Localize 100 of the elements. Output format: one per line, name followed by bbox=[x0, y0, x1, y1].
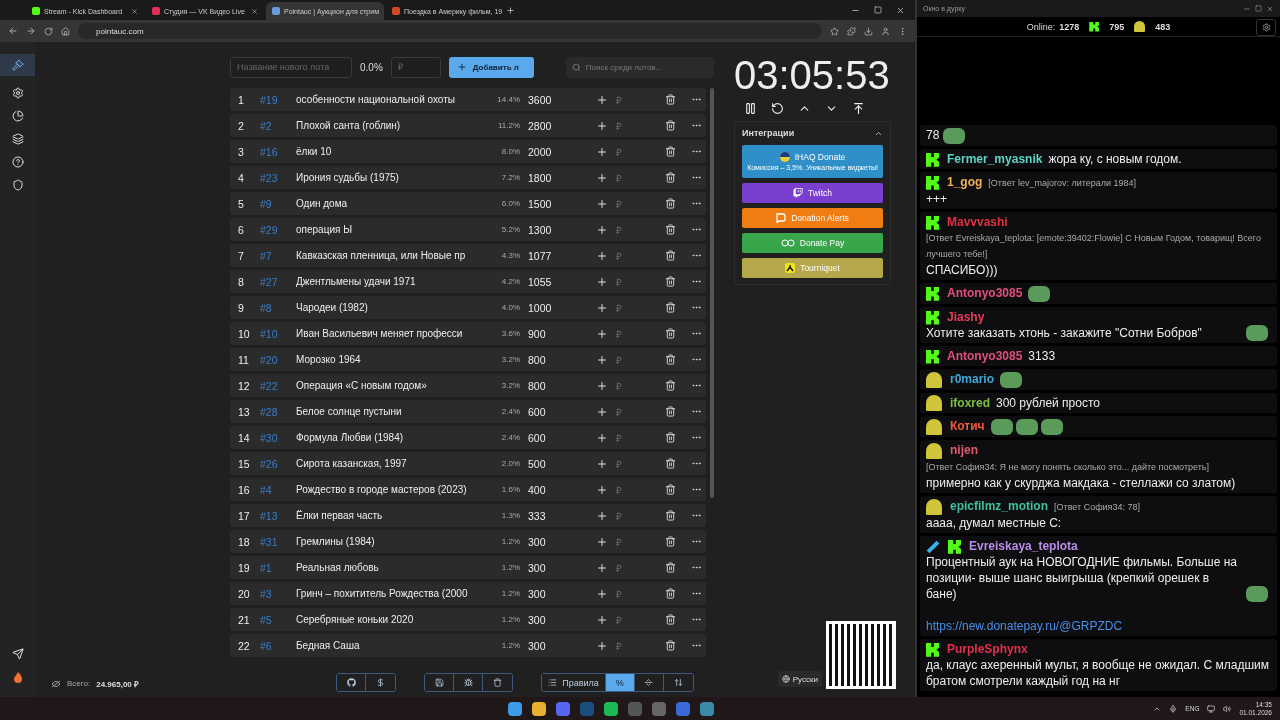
currency-text[interactable]: ₽ bbox=[610, 196, 650, 211]
lot-id[interactable]: #10 bbox=[260, 327, 296, 340]
lot-id[interactable]: #19 bbox=[260, 93, 296, 106]
toolbar-button[interactable] bbox=[425, 674, 455, 691]
lot-id[interactable]: #2 bbox=[260, 119, 296, 132]
settings-icon[interactable] bbox=[11, 87, 24, 99]
help-icon[interactable] bbox=[11, 156, 24, 168]
extensions-icon[interactable] bbox=[847, 26, 856, 36]
chat-username[interactable]: Antonyo3085 bbox=[947, 285, 1023, 300]
lot-id[interactable]: #3 bbox=[260, 587, 296, 600]
chat-username[interactable]: Evreiskaya_teplota bbox=[969, 539, 1078, 553]
forward-icon[interactable] bbox=[26, 26, 36, 36]
chat-username[interactable]: Fermer_myasnik bbox=[947, 151, 1043, 166]
currency-text[interactable]: ₽ bbox=[610, 560, 650, 575]
currency-text[interactable]: ₽ bbox=[610, 248, 650, 263]
taskbar-app-icon[interactable] bbox=[555, 701, 570, 716]
currency-text[interactable]: ₽ bbox=[610, 378, 650, 393]
currency-text[interactable]: ₽ bbox=[610, 482, 650, 497]
lot-id[interactable]: #26 bbox=[260, 457, 296, 470]
toolbar-button[interactable] bbox=[337, 674, 367, 691]
chat-username[interactable]: nijen bbox=[950, 443, 978, 458]
currency-text[interactable]: ₽ bbox=[610, 352, 650, 367]
currency-text[interactable]: ₽ bbox=[610, 118, 650, 133]
settings-button[interactable] bbox=[1256, 19, 1276, 36]
chat-username[interactable]: r0mario bbox=[950, 371, 995, 386]
currency-text[interactable]: ₽ bbox=[610, 222, 650, 237]
microphone-icon[interactable] bbox=[1169, 704, 1178, 713]
back-icon[interactable] bbox=[8, 26, 18, 36]
chat-username[interactable]: Котич bbox=[950, 419, 985, 434]
reload-icon[interactable] bbox=[44, 26, 53, 36]
lot-id[interactable]: #6 bbox=[260, 639, 296, 652]
chat-username[interactable]: ifoxred bbox=[950, 395, 990, 410]
lot-id[interactable]: #29 bbox=[260, 223, 296, 236]
star-icon[interactable] bbox=[830, 26, 839, 36]
address-field[interactable]: pointauc.com bbox=[78, 23, 822, 39]
chat-username[interactable]: PurpleSphynx bbox=[947, 642, 1028, 656]
add-lot-button[interactable]: Добавить л bbox=[448, 56, 534, 78]
close-icon[interactable] bbox=[896, 5, 905, 15]
sidebar-item[interactable] bbox=[0, 54, 35, 76]
maximize-icon[interactable] bbox=[1255, 5, 1262, 12]
search-field[interactable]: Поиск среди лотов... bbox=[565, 56, 714, 78]
currency-text[interactable]: ₽ bbox=[610, 404, 650, 419]
currency-text[interactable]: ₽ bbox=[610, 144, 650, 159]
lot-id[interactable]: #28 bbox=[260, 405, 296, 418]
chat-username[interactable]: 1_gog bbox=[947, 174, 983, 189]
eject-icon[interactable] bbox=[852, 102, 865, 115]
taskbar-app-icon[interactable] bbox=[507, 701, 522, 716]
integration-button[interactable]: Twitch bbox=[742, 183, 883, 203]
home-icon[interactable] bbox=[61, 26, 70, 36]
new-tab-icon[interactable] bbox=[506, 5, 515, 15]
shield-icon[interactable] bbox=[11, 179, 24, 191]
download-icon[interactable] bbox=[864, 26, 873, 36]
eye-off-icon[interactable] bbox=[51, 679, 61, 688]
chat-username[interactable]: Jiashy bbox=[947, 309, 985, 324]
lot-id[interactable]: #30 bbox=[260, 431, 296, 444]
currency-text[interactable]: ₽ bbox=[610, 170, 650, 185]
lot-name-field[interactable]: Название нового лота bbox=[230, 56, 352, 78]
speaker-icon[interactable] bbox=[1223, 704, 1232, 713]
profile-icon[interactable] bbox=[881, 26, 890, 36]
currency-text[interactable]: ₽ bbox=[610, 456, 650, 471]
currency-text[interactable]: ₽ bbox=[610, 326, 650, 341]
lot-id[interactable]: #20 bbox=[260, 353, 296, 366]
close-icon[interactable] bbox=[1266, 4, 1274, 13]
lot-id[interactable]: #1 bbox=[260, 561, 296, 574]
currency-text[interactable]: ₽ bbox=[610, 92, 650, 107]
currency-text[interactable]: ₽ bbox=[610, 508, 650, 523]
integration-button[interactable]: Donation Alerts bbox=[742, 208, 883, 228]
integration-button[interactable]: Donate Pay bbox=[742, 233, 883, 253]
scrollbar[interactable] bbox=[710, 88, 714, 498]
flame-icon[interactable] bbox=[11, 671, 24, 683]
lot-id[interactable]: #23 bbox=[260, 171, 296, 184]
lot-id[interactable]: #4 bbox=[260, 483, 296, 496]
layers-icon[interactable] bbox=[11, 133, 24, 145]
toolbar-button[interactable]: % bbox=[605, 674, 635, 691]
chat-username[interactable]: epicfilmz_motion bbox=[950, 499, 1048, 513]
lot-id[interactable]: #31 bbox=[260, 535, 296, 548]
currency-text[interactable]: ₽ bbox=[610, 300, 650, 315]
lot-id[interactable]: #16 bbox=[260, 145, 296, 158]
lot-id[interactable]: #27 bbox=[260, 275, 296, 288]
integration-button[interactable]: Tourniquet bbox=[742, 258, 883, 278]
lot-id[interactable]: #5 bbox=[260, 613, 296, 626]
currency-text[interactable]: ₽ bbox=[610, 638, 650, 653]
taskbar-app-icon[interactable] bbox=[531, 701, 546, 716]
taskbar-app-icon[interactable] bbox=[699, 701, 714, 716]
lot-id[interactable]: #13 bbox=[260, 509, 296, 522]
lot-id[interactable]: #22 bbox=[260, 379, 296, 392]
lot-id[interactable]: #9 bbox=[260, 197, 296, 210]
currency-text[interactable]: ₽ bbox=[610, 534, 650, 549]
currency-text[interactable]: ₽ bbox=[610, 586, 650, 601]
currency-text[interactable]: ₽ bbox=[610, 430, 650, 445]
currency-text[interactable]: ₽ bbox=[610, 612, 650, 627]
close-icon[interactable] bbox=[131, 7, 138, 15]
menu-icon[interactable] bbox=[898, 26, 907, 36]
close-icon[interactable] bbox=[251, 7, 258, 15]
chat-username[interactable]: Mavvvashi bbox=[947, 214, 1008, 229]
lot-id[interactable]: #7 bbox=[260, 249, 296, 262]
lot-id[interactable]: #8 bbox=[260, 301, 296, 314]
monitor-icon[interactable] bbox=[1207, 704, 1216, 713]
toolbar-button[interactable]: Правила bbox=[542, 674, 606, 691]
pie-chart-icon[interactable] bbox=[11, 110, 24, 122]
